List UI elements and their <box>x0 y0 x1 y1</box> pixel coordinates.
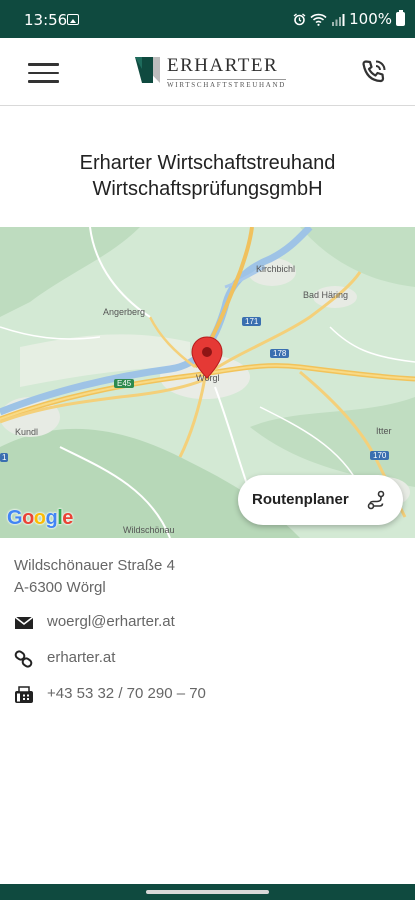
image-icon <box>67 14 79 25</box>
address-street: Wildschönauer Straße 4 <box>14 557 175 574</box>
logo-mark-icon <box>135 57 160 83</box>
status-bar: 13:56 100% <box>0 0 415 38</box>
address: Wildschönauer Straße 4 A-6300 Wörgl <box>14 555 175 599</box>
fax-icon <box>15 686 33 703</box>
google-logo: Google <box>7 507 73 529</box>
hamburger-menu-icon[interactable] <box>28 63 59 83</box>
road-shield-171: 171 <box>242 317 262 326</box>
email-link[interactable]: woergl@erharter.at <box>47 613 175 630</box>
road-shield-e45: E45 <box>114 379 135 388</box>
location-pin-icon[interactable] <box>190 336 224 380</box>
map-label-bad-haering: Bad Häring <box>303 290 349 300</box>
status-time: 13:56 <box>24 11 68 29</box>
map-label-angerberg: Angerberg <box>103 307 146 317</box>
wifi-icon <box>310 13 327 26</box>
fax-number[interactable]: +43 53 32 / 70 290 – 70 <box>47 685 206 702</box>
logo-name: ERHARTER <box>167 55 279 76</box>
battery-icon <box>396 10 405 26</box>
status-icons: 100% <box>293 10 405 28</box>
system-nav-bar <box>0 884 415 900</box>
address-city: A-6300 Wörgl <box>14 579 106 596</box>
signal-icon <box>332 13 345 26</box>
website-row[interactable]: erharter.at <box>14 648 394 670</box>
app-header: ERHARTER WIRTSCHAFTSTREUHAND <box>0 38 415 106</box>
email-row[interactable]: woergl@erharter.at <box>14 612 394 634</box>
company-name-line1: Erharter Wirtschaftstreuhand <box>79 152 336 174</box>
map-label-itter: Itter <box>376 426 392 436</box>
road-shield-170: 170 <box>370 451 390 460</box>
road-shield-178: 178 <box>270 349 290 358</box>
company-name-line2: WirtschaftsprüfungsgmbH <box>92 178 323 200</box>
map-label-wildschoenau: Wildschönau <box>123 525 175 535</box>
link-icon <box>14 650 33 668</box>
map-label-kundl: Kundl <box>15 427 39 437</box>
erharter-logo[interactable]: ERHARTER WIRTSCHAFTSTREUHAND <box>135 55 286 89</box>
home-gesture-handle[interactable] <box>146 890 269 894</box>
company-title: Erharter Wirtschaftstreuhand Wirtschafts… <box>0 150 415 202</box>
phone-call-icon[interactable] <box>360 58 388 86</box>
route-icon <box>367 490 385 510</box>
alarm-icon <box>293 12 306 25</box>
battery-percent: 100% <box>349 10 392 28</box>
road-shield-1: 1 <box>0 453 9 462</box>
fax-row[interactable]: +43 53 32 / 70 290 – 70 <box>14 684 394 706</box>
website-link[interactable]: erharter.at <box>47 649 115 666</box>
map-label-kirchbichl: Kirchbichl <box>256 264 296 274</box>
logo-subtitle: WIRTSCHAFTSTREUHAND <box>167 79 286 89</box>
route-planner-label: Routenplaner <box>252 491 349 508</box>
mail-icon <box>14 616 34 629</box>
route-planner-button[interactable]: Routenplaner <box>238 475 403 525</box>
